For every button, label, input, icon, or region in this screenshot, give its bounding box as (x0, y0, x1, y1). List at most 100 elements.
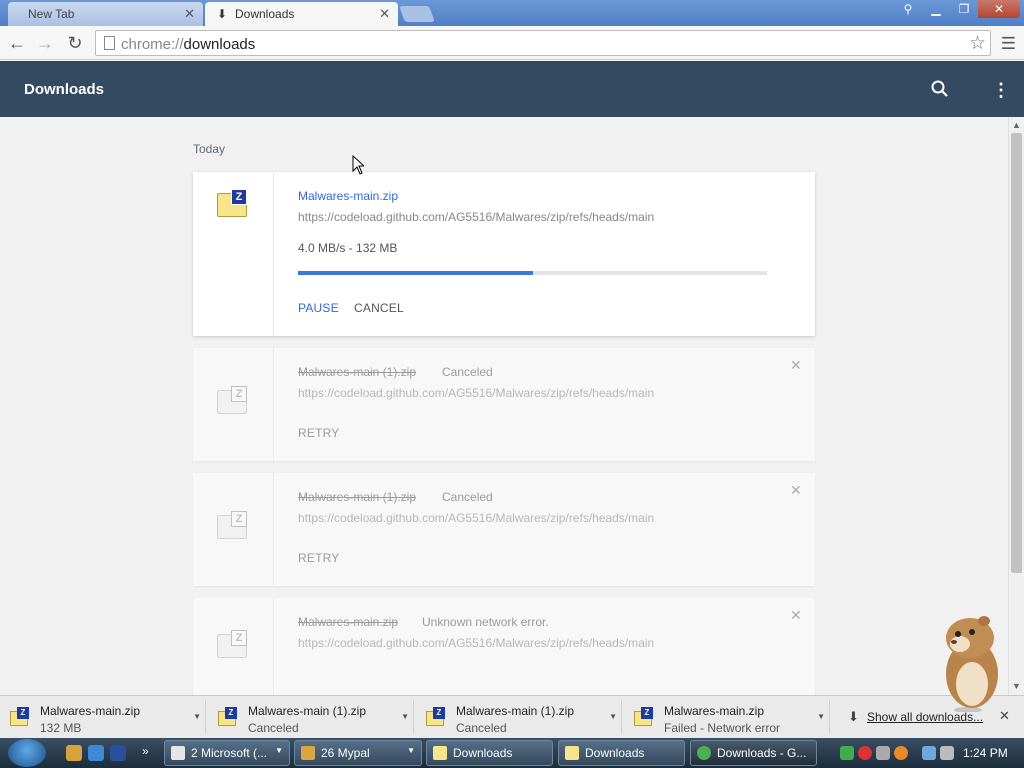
zip-file-icon: Z (426, 707, 446, 727)
volume-muted-icon[interactable] (940, 746, 954, 760)
folder-icon (433, 746, 447, 760)
retry-button[interactable]: RETRY (298, 551, 339, 565)
item-icon-column: Z (193, 473, 274, 586)
download-icon: ⬇ (217, 7, 228, 21)
close-icon[interactable]: ✕ (184, 6, 195, 22)
shelf-file-status: Canceled (456, 721, 507, 735)
download-status: Canceled (442, 365, 493, 379)
shelf-file-name: Malwares-main.zip (40, 704, 141, 718)
file-name-link[interactable]: Malwares-main.zip (298, 189, 398, 203)
more-vert-icon[interactable]: ⋮ (992, 79, 1010, 101)
zip-file-icon: Z (217, 189, 249, 217)
chevron-down-icon[interactable]: ▼ (401, 712, 409, 721)
reload-icon[interactable]: ↻ (64, 32, 86, 54)
show-all-downloads-link[interactable]: Show all downloads... (867, 710, 983, 724)
mypal-icon (301, 746, 315, 760)
progress-bar (298, 271, 767, 275)
file-name[interactable]: Malwares-main (1).zip (298, 490, 416, 504)
chevron-down-icon[interactable]: ▼ (609, 712, 617, 721)
remove-icon[interactable]: ✕ (790, 482, 802, 499)
window-icon (171, 746, 185, 760)
zip-file-icon: Z (217, 630, 249, 658)
tray-icon[interactable] (858, 746, 872, 760)
address-bar[interactable]: chrome://downloads ☆ (95, 30, 991, 56)
page-title: Downloads (24, 81, 105, 98)
scroll-down-icon[interactable]: ▼ (1012, 681, 1021, 691)
shelf-item[interactable]: Z Malwares-main.zip 132 MB ▼ (0, 700, 206, 735)
taskbar-button[interactable]: Downloads (426, 740, 553, 766)
minimize-button[interactable]: ▁ (922, 0, 950, 18)
shelf-file-status: 132 MB (40, 721, 82, 735)
chevron-right-icon[interactable]: » (142, 744, 149, 758)
back-icon[interactable]: ← (6, 32, 28, 54)
url-scheme: chrome:// (121, 36, 184, 53)
zip-file-icon: Z (634, 707, 654, 727)
retry-button[interactable]: RETRY (298, 426, 339, 440)
scroll-up-icon[interactable]: ▲ (1012, 120, 1021, 130)
file-name[interactable]: Malwares-main.zip (298, 615, 398, 629)
close-icon[interactable]: ✕ (379, 6, 390, 22)
bookmark-star-icon[interactable]: ☆ (969, 32, 986, 55)
taskbar-button[interactable]: 2 Microsoft (... ▼ (164, 740, 290, 766)
taskbar-button[interactable]: 26 Mypal ▼ (294, 740, 422, 766)
item-icon-column: Z (193, 348, 274, 461)
download-speed: 4.0 MB/s - 132 MB (298, 241, 398, 255)
source-url-link[interactable]: https://codeload.github.com/AG5516/Malwa… (298, 210, 654, 224)
shelf-item[interactable]: Z Malwares-main (1).zip Canceled ▼ (416, 700, 622, 735)
clock[interactable]: 1:24 PM (963, 746, 1008, 760)
url-path: downloads (183, 36, 256, 53)
scroll-thumb[interactable] (1011, 133, 1022, 573)
chevron-down-icon[interactable]: ▼ (817, 712, 825, 721)
page-icon (104, 36, 115, 50)
network-icon[interactable] (922, 746, 936, 760)
tray-icon[interactable] (894, 746, 908, 760)
mouse-cursor-icon (352, 155, 364, 175)
download-item: Z Malwares-main.zip https://codeload.git… (193, 172, 815, 336)
forward-icon[interactable]: → (34, 32, 56, 54)
source-url-link[interactable]: https://codeload.github.com/AG5516/Malwa… (298, 511, 654, 525)
source-url-link[interactable]: https://codeload.github.com/AG5516/Malwa… (298, 386, 654, 400)
taskbar-button[interactable]: Downloads (558, 740, 685, 766)
start-button[interactable] (8, 739, 46, 767)
pause-button[interactable]: PAUSE (298, 301, 339, 315)
close-window-button[interactable]: ✕ (978, 0, 1020, 18)
quick-launch-icon[interactable] (88, 745, 104, 761)
hamburger-menu-icon[interactable]: ☰ (1001, 34, 1016, 54)
taskbar-button-active[interactable]: Downloads - G... (690, 740, 817, 766)
folder-icon (565, 746, 579, 760)
shelf-item[interactable]: Z Malwares-main.zip Failed - Network err… (624, 700, 830, 735)
quick-launch-icon[interactable] (110, 745, 126, 761)
tab-label: Downloads (235, 7, 295, 21)
tab-new-tab[interactable]: New Tab ✕ (8, 2, 203, 26)
cancel-button[interactable]: CANCEL (354, 301, 404, 315)
address-text: chrome://downloads (121, 36, 255, 53)
hamster-mascot-image (946, 616, 998, 712)
progress-fill (298, 271, 533, 275)
vertical-scrollbar[interactable]: ▲ ▼ (1008, 117, 1024, 695)
task-label: 26 Mypal (321, 746, 370, 760)
new-tab-button[interactable] (399, 6, 435, 22)
shelf-file-name: Malwares-main.zip (664, 704, 765, 718)
remove-icon[interactable]: ✕ (790, 357, 802, 374)
shelf-file-status: Canceled (248, 721, 299, 735)
user-icon[interactable]: ⚲ (894, 0, 922, 18)
file-name[interactable]: Malwares-main (1).zip (298, 365, 416, 379)
tab-downloads[interactable]: ⬇ Downloads ✕ (205, 2, 398, 26)
download-status: Canceled (442, 490, 493, 504)
window-controls: ⚲ ▁ ❐ ✕ (894, 0, 1020, 18)
tray-icon[interactable] (876, 746, 890, 760)
quick-launch-icon[interactable] (66, 745, 82, 761)
tray-icon[interactable] (840, 746, 854, 760)
shelf-file-name: Malwares-main (1).zip (248, 704, 367, 718)
remove-icon[interactable]: ✕ (790, 607, 802, 624)
chevron-down-icon[interactable]: ▼ (193, 712, 201, 721)
tab-strip: New Tab ✕ ⬇ Downloads ✕ ⚲ ▁ ❐ ✕ (0, 0, 1024, 26)
task-label: Downloads (585, 746, 645, 760)
shelf-item[interactable]: Z Malwares-main (1).zip Canceled ▼ (208, 700, 414, 735)
download-item: Z Malwares-main (1).zip Canceled https:/… (193, 348, 815, 461)
search-icon[interactable] (930, 79, 950, 99)
source-url-link[interactable]: https://codeload.github.com/AG5516/Malwa… (298, 636, 654, 650)
task-label: 2 Microsoft (... (191, 746, 268, 760)
restore-button[interactable]: ❐ (950, 0, 978, 18)
zip-file-icon: Z (217, 386, 249, 414)
